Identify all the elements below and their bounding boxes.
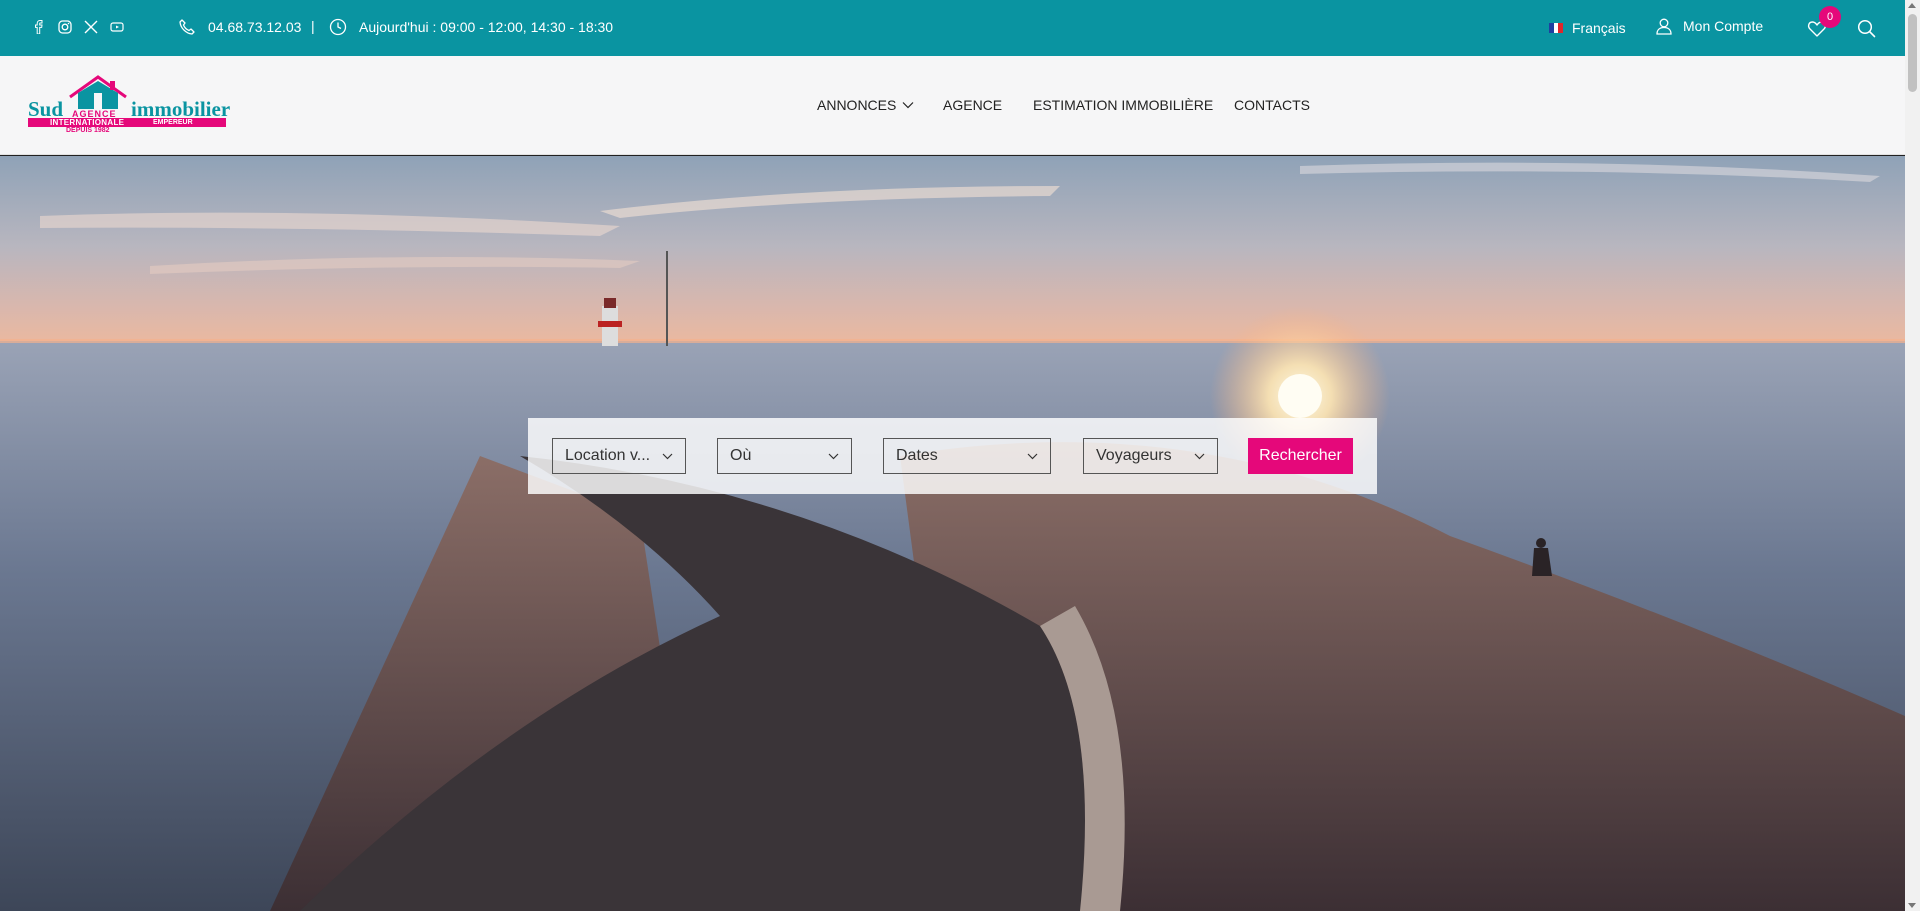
instagram-icon[interactable] bbox=[58, 20, 72, 34]
dates-value: Dates bbox=[896, 447, 938, 464]
hero-background-image bbox=[0, 162, 1905, 911]
nav-annonces[interactable]: ANNONCES bbox=[817, 97, 914, 113]
logo-house-icon bbox=[69, 75, 127, 109]
separator: | bbox=[311, 18, 315, 34]
phone-contact[interactable]: 04.68.73.12.03 bbox=[178, 18, 301, 36]
scroll-down-icon[interactable] bbox=[1908, 903, 1916, 908]
nav-estimation-label[interactable]: ESTIMATION IMMOBILIÈRE bbox=[1033, 97, 1213, 113]
site-header: Sud immobilier AGENCE INTERNATIONALE EMP… bbox=[0, 56, 1905, 155]
location-select[interactable]: Où bbox=[717, 438, 852, 474]
social-links bbox=[32, 20, 124, 34]
hero-banner: Location v... Où Dates Voyageurs Recherc… bbox=[0, 156, 1905, 911]
guests-select[interactable]: Voyageurs bbox=[1083, 438, 1218, 474]
phone-icon bbox=[179, 19, 195, 35]
language-selector[interactable]: Français bbox=[1549, 20, 1626, 36]
wishlist-count-badge: 0 bbox=[1819, 6, 1841, 28]
clock-icon bbox=[329, 18, 347, 36]
search-button[interactable] bbox=[1857, 19, 1876, 38]
guests-value: Voyageurs bbox=[1096, 447, 1172, 464]
chevron-down-icon bbox=[662, 453, 673, 460]
top-bar: 04.68.73.12.03 | Aujourd'hui : 09:00 - 1… bbox=[0, 0, 1905, 56]
youtube-icon[interactable] bbox=[110, 20, 124, 34]
location-value: Où bbox=[730, 447, 752, 464]
account-label[interactable]: Mon Compte bbox=[1683, 18, 1763, 34]
rental-type-value: Location v... bbox=[565, 447, 651, 464]
search-panel: Location v... Où Dates Voyageurs Recherc… bbox=[528, 418, 1377, 494]
facebook-icon[interactable] bbox=[32, 20, 46, 34]
logo-text-depuis: DEPUIS 1982 bbox=[66, 127, 110, 134]
french-flag-icon bbox=[1549, 23, 1564, 33]
user-icon bbox=[1656, 18, 1672, 35]
rental-type-select[interactable]: Location v... bbox=[552, 438, 686, 474]
chevron-down-icon bbox=[828, 453, 839, 460]
phone-number[interactable]: 04.68.73.12.03 bbox=[208, 19, 301, 35]
chevron-down-icon bbox=[1194, 453, 1205, 460]
nav-annonces-label[interactable]: ANNONCES bbox=[817, 97, 896, 113]
nav-agence[interactable]: AGENCE bbox=[943, 97, 1002, 113]
logo-text-internationale: INTERNATIONALE bbox=[50, 118, 125, 127]
dates-select[interactable]: Dates bbox=[883, 438, 1051, 474]
x-icon[interactable] bbox=[84, 20, 98, 34]
chevron-down-icon bbox=[902, 102, 914, 109]
logo-text-empereur: EMPEREUR bbox=[153, 119, 193, 126]
nav-contacts[interactable]: CONTACTS bbox=[1234, 97, 1310, 113]
site-logo[interactable]: Sud immobilier AGENCE INTERNATIONALE EMP… bbox=[28, 75, 230, 134]
chevron-down-icon bbox=[1027, 453, 1038, 460]
page-scrollbar[interactable] bbox=[1905, 0, 1920, 911]
account-link[interactable]: Mon Compte bbox=[1655, 17, 1763, 35]
opening-hours: Aujourd'hui : 09:00 - 12:00, 14:30 - 18:… bbox=[329, 18, 613, 36]
search-submit-button[interactable]: Rechercher bbox=[1248, 438, 1353, 474]
nav-agence-label[interactable]: AGENCE bbox=[943, 97, 1002, 113]
scroll-thumb[interactable] bbox=[1908, 14, 1917, 92]
nav-contacts-label[interactable]: CONTACTS bbox=[1234, 97, 1310, 113]
hours-text: Aujourd'hui : 09:00 - 12:00, 14:30 - 18:… bbox=[359, 19, 614, 35]
nav-estimation[interactable]: ESTIMATION IMMOBILIÈRE bbox=[1033, 97, 1213, 113]
search-icon bbox=[1857, 19, 1876, 38]
scroll-up-icon[interactable] bbox=[1908, 3, 1916, 8]
language-label[interactable]: Français bbox=[1572, 20, 1626, 36]
